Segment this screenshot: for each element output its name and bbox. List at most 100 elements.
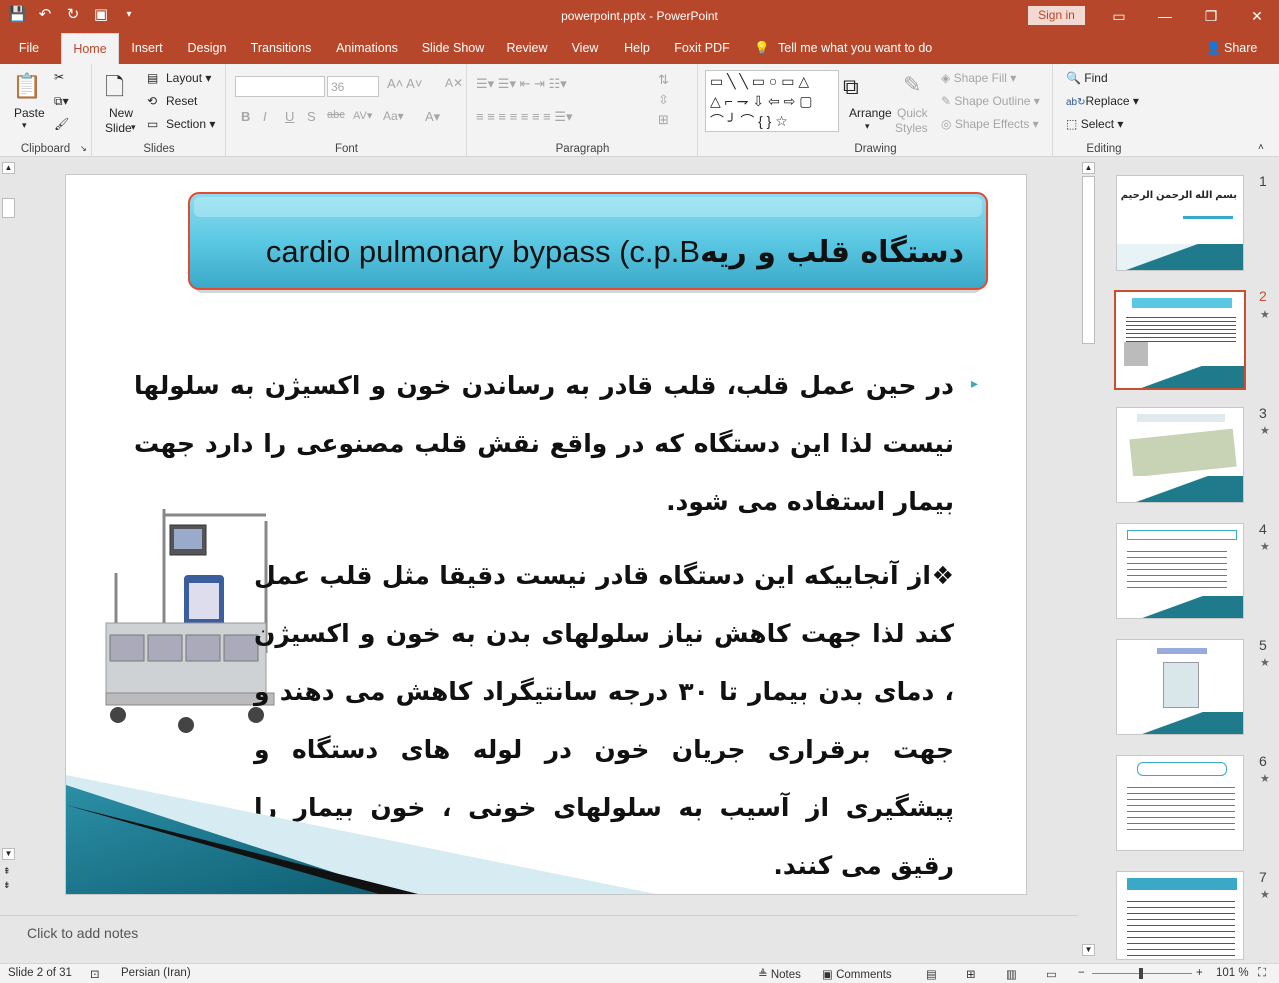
thumb-scroll-down-icon[interactable]: ▼ [1082,944,1095,956]
ribbon-display-icon[interactable]: ▭ [1096,4,1142,28]
char-spacing-icon[interactable]: AV▾ [353,109,372,122]
ribbon-tabs: File Home Insert Design Transitions Anim… [0,33,1279,64]
shape-fill-button[interactable]: ◈ Shape Fill ▾ [941,71,1016,85]
format-painter-icon[interactable]: 🖌 [54,117,69,131]
cut-icon[interactable]: ✂ [54,70,64,84]
thumbnail-slide-6[interactable] [1116,755,1244,851]
smartart-icon[interactable]: ⊞ [658,112,669,128]
tab-view[interactable]: View [564,33,606,64]
new-slide-icon[interactable]: 🗋 [105,70,124,111]
reset-button[interactable]: ⟲ Reset [147,94,197,110]
left-scrollbar[interactable]: ▲ ▼ ⇞ ⇟ [0,160,17,895]
tab-transitions[interactable]: Transitions [244,33,318,64]
notes-toggle-button[interactable]: ≜ Notes [758,967,801,981]
shapes-gallery[interactable]: ▭ ╲ ╲ ▭ ○ ▭ △ △ ⌐ ⇁ ⇩ ⇦ ⇨ ▢ ⌒ ╯ ⌒ { } ☆ [705,70,839,132]
tab-help[interactable]: Help [617,33,657,64]
collapse-ribbon-icon[interactable]: ˄ [1258,142,1264,153]
thumbnail-slide-5[interactable] [1116,639,1244,735]
copy-icon[interactable]: ⧉▾ [54,94,69,109]
thumb-scroll-thumb[interactable] [1082,176,1095,344]
scroll-down-icon[interactable]: ▼ [2,848,15,860]
title-banner[interactable]: cardio pulmonary bypass (c.p.Bدستگاه قلب… [188,189,988,299]
tab-slide-show[interactable]: Slide Show [416,33,490,64]
sign-in-button[interactable]: Sign in [1028,6,1085,25]
tab-insert[interactable]: Insert [124,33,170,64]
slideshow-view-icon[interactable]: ▭ [1046,967,1057,981]
slide-sorter-icon[interactable]: ⊞ [966,967,976,981]
thumb-scroll-up-icon[interactable]: ▲ [1082,162,1095,174]
zoom-in-icon[interactable]: + [1196,967,1203,979]
thumbnail-slide-2[interactable] [1114,290,1246,390]
bold-icon[interactable]: B [241,109,250,124]
minimize-icon[interactable]: — [1142,4,1188,28]
scroll-up-icon[interactable]: ▲ [2,162,15,174]
align-text-icon[interactable]: ⇳ [658,92,669,108]
align-icons[interactable]: ≡ ≡ ≡ ≡ ≡ ≡ ≡ ☰▾ [476,109,573,125]
new-slide-label-2[interactable]: Slide [105,121,132,135]
fit-to-window-icon[interactable]: ⛶ [1258,967,1266,980]
thumbnail-slide-1[interactable]: بسم الله الرحمن الرحیم [1116,175,1244,271]
strikethrough-icon[interactable]: abc [327,109,345,121]
share-button[interactable]: Share [1224,33,1260,64]
change-case-icon[interactable]: Aa▾ [383,109,404,123]
text-direction-icon[interactable]: ⇅ [658,72,669,88]
tell-me-box[interactable]: Tell me what you want to do [778,33,938,64]
language-indicator[interactable]: Persian (Iran) [121,967,191,979]
thumbnail-text [1127,546,1227,590]
shape-outline-button[interactable]: ✎ Shape Outline ▾ [941,94,1040,108]
prev-slide-icon[interactable]: ⇞ [3,866,11,877]
quick-styles-icon[interactable]: ✎ [903,72,921,98]
grow-font-icon[interactable]: A˄ A˅ [387,76,422,91]
tab-foxit-pdf[interactable]: Foxit PDF [668,33,736,64]
select-button[interactable]: ⬚ Select ▾ [1066,117,1123,131]
new-slide-label-1[interactable]: New [109,106,133,120]
font-color-icon[interactable]: A▾ [425,109,440,125]
reading-view-icon[interactable]: ▥ [1006,967,1017,981]
layout-button[interactable]: ▤ Layout ▾ [147,71,211,87]
font-name-combo[interactable] [235,76,325,97]
thumbnail-scrollbar[interactable]: ▲ ▼ [1080,160,1097,960]
quick-styles-label-2[interactable]: Styles [895,121,928,135]
shape-effects-button[interactable]: ◎ Shape Effects ▾ [941,117,1039,131]
section-button[interactable]: ▭ Section ▾ [147,117,215,133]
notes-pane[interactable]: Click to add notes [0,915,1078,960]
paste-icon[interactable]: 📋 [12,72,42,101]
find-button[interactable]: 🔍 Find [1066,71,1108,85]
restore-icon[interactable]: ❐ [1188,4,1234,28]
tab-review[interactable]: Review [501,33,553,64]
tab-home[interactable]: Home [61,33,119,64]
notes-placeholder[interactable]: Click to add notes [27,925,138,941]
quick-styles-label-1[interactable]: Quick [897,106,928,120]
arrange-dropdown-icon[interactable]: ▾ [865,121,870,132]
zoom-level[interactable]: 101 % [1216,967,1249,979]
zoom-slider-thumb[interactable] [1139,968,1143,979]
new-slide-dropdown-icon[interactable]: ▾ [131,122,136,133]
underline-icon[interactable]: U [285,109,294,124]
next-slide-icon[interactable]: ⇟ [3,880,11,891]
replace-button[interactable]: ab↻Replace ▾ [1066,94,1139,108]
comments-toggle-button[interactable]: ▣ Comments [822,967,892,981]
font-size-combo[interactable]: 36 [327,76,379,97]
spell-check-icon[interactable]: ⊡ [90,967,100,981]
clipboard-launcher-icon[interactable]: ↘ [80,144,87,153]
italic-icon[interactable]: I [263,109,267,124]
clear-formatting-icon[interactable]: A✕ [445,76,463,90]
paste-button[interactable]: Paste [14,106,45,120]
scroll-thumb[interactable] [2,198,15,218]
close-icon[interactable]: ✕ [1234,4,1279,28]
thumbnail-slide-3[interactable] [1116,407,1244,503]
zoom-out-icon[interactable]: − [1078,967,1085,979]
tab-animations[interactable]: Animations [329,33,405,64]
paste-dropdown-icon[interactable]: ▾ [22,120,27,131]
thumbnail-slide-4[interactable] [1116,523,1244,619]
slides-group: 🗋 New Slide ▾ ▤ Layout ▾ ⟲ Reset ▭ Section … [93,64,226,157]
bullets-icon[interactable]: ☰▾ ☰▾ ⇤ ⇥ ☷▾ [476,76,567,92]
arrange-icon[interactable]: ⧉ [843,74,859,100]
tab-design[interactable]: Design [181,33,233,64]
tab-file[interactable]: File [8,33,50,64]
shadow-icon[interactable]: S [307,109,316,124]
arrange-button[interactable]: Arrange [849,106,892,120]
slide-canvas[interactable]: cardio pulmonary bypass (c.p.Bدستگاه قلب… [65,174,1027,895]
thumbnail-slide-7[interactable] [1116,871,1244,960]
normal-view-icon[interactable]: ▤ [926,967,937,981]
